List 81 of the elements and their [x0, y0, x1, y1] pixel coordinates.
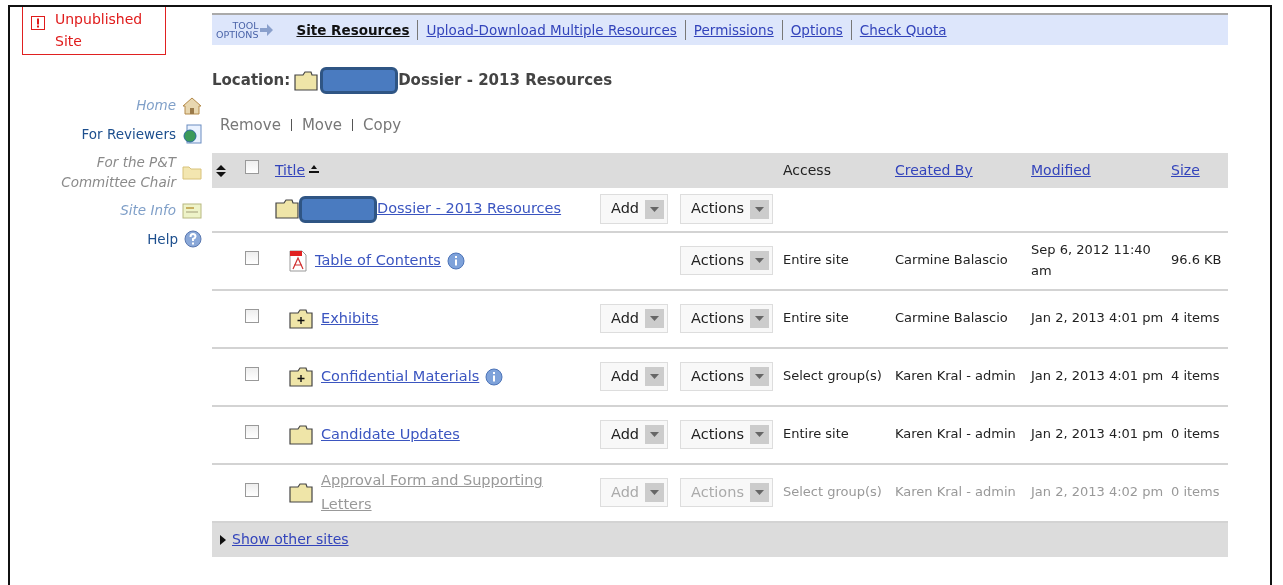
- column-header: Access: [783, 160, 831, 180]
- globe-page-icon: [182, 123, 202, 144]
- tool-tab[interactable]: Site Resources: [288, 20, 418, 40]
- caret-icon: [754, 374, 764, 379]
- sidebar-link[interactable]: For the P&T Committee Chair: [36, 151, 176, 193]
- help-icon: [184, 229, 202, 248]
- item-link[interactable]: Confidential Materials: [321, 364, 480, 389]
- folder-icon: [294, 70, 319, 91]
- sidebar-link[interactable]: Help: [147, 228, 178, 249]
- column-header-link[interactable]: Created By: [895, 159, 973, 181]
- tool-tab[interactable]: Check Quota: [850, 20, 955, 40]
- creator-cell-text: Carmine Balascio: [895, 251, 1009, 270]
- show-other-sites-link[interactable]: Show other sites: [232, 529, 349, 550]
- access-cell-text: Select group(s): [783, 483, 883, 502]
- size-cell-text: 0 items: [1171, 483, 1221, 502]
- item-link[interactable]: Exhibits: [321, 306, 379, 331]
- item-link[interactable]: Table of Contents: [315, 248, 441, 273]
- folder-icon: [275, 199, 299, 219]
- caret-icon: [754, 432, 764, 437]
- checkbox[interactable]: [245, 424, 259, 439]
- creator-cell-text: Carmine Balascio: [895, 309, 1009, 328]
- column-header-link[interactable]: Modified: [1031, 159, 1091, 181]
- size-cell-text: 4 items: [1171, 309, 1221, 328]
- checkbox[interactable]: [245, 308, 259, 323]
- size-cell-text: 0 items: [1171, 425, 1221, 444]
- checkbox[interactable]: [245, 250, 259, 265]
- caret-icon: [650, 206, 660, 212]
- action-link[interactable]: Copy: [363, 114, 402, 137]
- actions-dropdown[interactable]: Actions: [680, 303, 773, 334]
- caret-icon: [650, 432, 660, 437]
- action-link[interactable]: Remove: [220, 114, 281, 137]
- caret-icon: [650, 316, 660, 321]
- location-label: Location:: [212, 70, 291, 92]
- tool-tab[interactable]: Options: [781, 20, 851, 40]
- actions-dropdown[interactable]: Actions: [680, 361, 773, 392]
- folder-link[interactable]: Dossier - 2013 Resources: [377, 198, 562, 220]
- location-path: Dossier - 2013 Resources: [398, 70, 613, 92]
- column-header-link[interactable]: Size: [1171, 159, 1200, 181]
- column-header-link[interactable]: Title: [275, 159, 305, 181]
- house-icon: [182, 96, 202, 115]
- creator-cell-text: Karen Kral - admin: [895, 425, 1017, 444]
- checkbox[interactable]: [245, 160, 259, 175]
- tool-tab[interactable]: Permissions: [684, 20, 782, 40]
- tool-tab[interactable]: Upload-Download Multiple Resources: [417, 20, 685, 40]
- creator-cell-text: Karen Kral - admin: [895, 483, 1017, 502]
- creator-cell-text: Karen Kral - admin: [895, 367, 1017, 386]
- modified-cell-text: Sep 6, 2012 11:40 am: [1031, 240, 1152, 280]
- add-dropdown[interactable]: Add: [600, 361, 669, 392]
- sort-icon[interactable]: [216, 164, 226, 177]
- modified-cell-text: Jan 2, 2013 4:01 pm: [1031, 309, 1165, 328]
- checkbox[interactable]: [245, 366, 259, 381]
- size-cell-text: 4 items: [1171, 367, 1221, 386]
- tool-options-label: TOOL OPTIONS: [216, 21, 259, 39]
- folder-icon: [182, 164, 202, 181]
- sidebar-link[interactable]: For Reviewers: [81, 123, 176, 144]
- actions-dropdown[interactable]: Actions: [680, 419, 773, 450]
- caret-icon: [650, 490, 660, 495]
- caret-icon: [754, 490, 764, 495]
- actions-dropdown[interactable]: Actions: [680, 194, 773, 224]
- modified-cell-text: Jan 2, 2013 4:01 pm: [1031, 425, 1165, 444]
- access-cell-text: Select group(s): [783, 367, 883, 386]
- size-cell-text: 96.6 KB: [1171, 251, 1223, 270]
- add-dropdown[interactable]: Add: [600, 303, 669, 334]
- modified-cell-text: Jan 2, 2013 4:01 pm: [1031, 367, 1165, 386]
- actions-dropdown[interactable]: Actions: [680, 245, 773, 276]
- notice-text: Unpublished Site: [55, 10, 144, 51]
- expand-triangle-icon[interactable]: [220, 534, 226, 545]
- page-icon: [182, 201, 202, 220]
- arrow-icon: [260, 24, 275, 36]
- access-cell-text: Entire site: [783, 309, 850, 328]
- add-dropdown[interactable]: Add: [600, 419, 669, 450]
- caret-icon: [754, 206, 764, 212]
- access-cell-text: Entire site: [783, 425, 850, 444]
- modified-cell-text: Jan 2, 2013 4:02 pm: [1031, 483, 1165, 502]
- caret-icon: [650, 374, 660, 379]
- caret-icon: [754, 258, 764, 263]
- caret-icon: [754, 316, 764, 321]
- add-dropdown[interactable]: Add: [600, 194, 669, 224]
- access-cell-text: Entire site: [783, 251, 850, 270]
- item-link[interactable]: Candidate Updates: [321, 422, 460, 447]
- action-link[interactable]: Move: [301, 114, 343, 137]
